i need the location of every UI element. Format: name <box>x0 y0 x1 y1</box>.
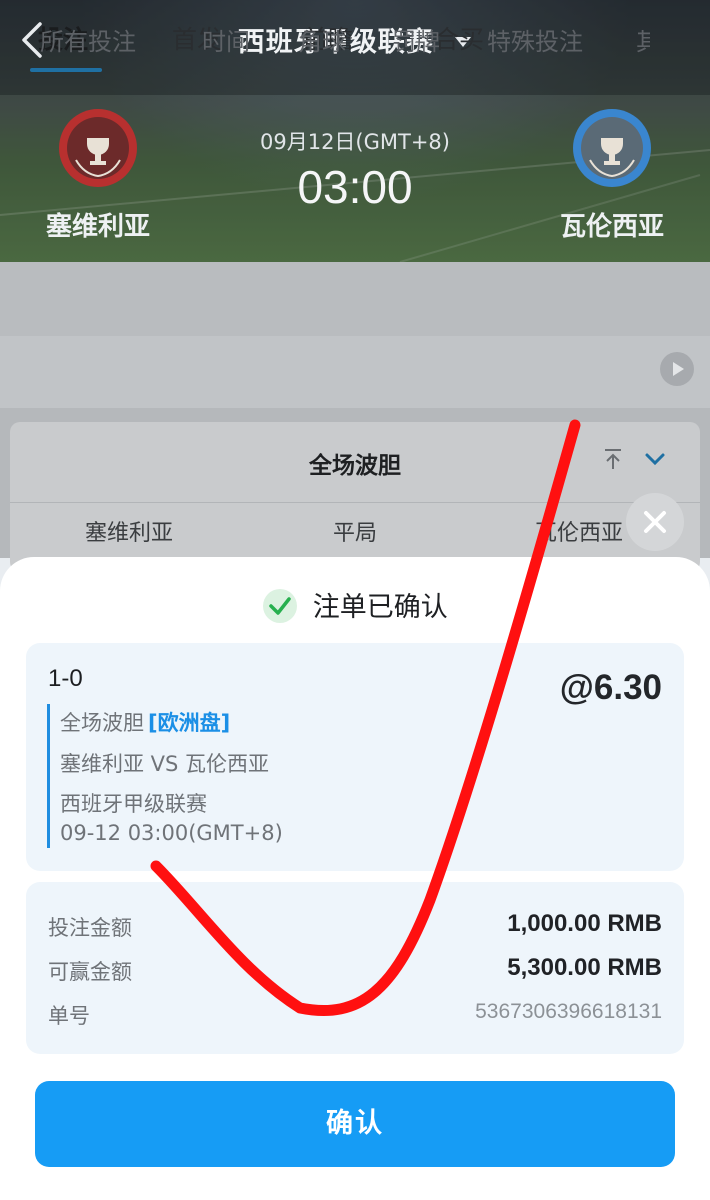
main-tabs <box>0 262 710 336</box>
subtab-corners[interactable]: 角球 <box>298 22 346 57</box>
stake-value: 1,000.00 RMB <box>507 910 662 937</box>
chevron-down-icon[interactable] <box>642 446 668 472</box>
confirmation-title: 注单已确认 <box>312 592 448 623</box>
bet-selection: 1-0 <box>48 665 83 692</box>
odds-type-tag: [欧洲盘] <box>148 711 231 735</box>
confirm-button[interactable]: 确认 <box>35 1081 675 1167</box>
tab-group-buy[interactable]: 合买 <box>434 20 484 56</box>
bet-fixture: 塞维利亚 VS 瓦伦西亚 <box>60 752 270 776</box>
bet-id-value: 5367306396618131 <box>475 1000 662 1023</box>
bet-market: 全场波胆 [欧洲盘] <box>60 707 230 737</box>
active-tab-indicator <box>30 68 102 72</box>
column-home: 塞维利亚 <box>85 521 174 546</box>
check-circle-icon <box>263 588 298 623</box>
scroll-right-icon[interactable] <box>660 352 694 386</box>
subtab-special[interactable]: 特殊投注 <box>487 22 583 57</box>
stake-label: 投注金额 <box>48 916 132 940</box>
market-card <box>10 422 700 572</box>
close-icon[interactable] <box>626 493 684 551</box>
match-date: 09月12日(GMT+8) <box>259 130 450 154</box>
potential-win-label: 可赢金额 <box>48 960 132 984</box>
bet-odds: @6.30 <box>559 668 662 707</box>
subtab-more[interactable]: 其 <box>636 22 650 57</box>
potential-win-value: 5,300.00 RMB <box>507 954 662 981</box>
subtab-all-bets[interactable]: 所有投注 <box>40 22 136 57</box>
market-filter-bar <box>0 336 710 408</box>
match-time: 03:00 <box>297 161 413 213</box>
confirmation-heading: 注单已确认 <box>0 585 710 624</box>
bet-id-label: 单号 <box>48 1004 90 1028</box>
bet-kickoff: 09-12 03:00(GMT+8) <box>60 821 283 845</box>
column-away: 瓦伦西亚 <box>535 521 624 546</box>
column-draw: 平局 <box>333 521 378 546</box>
subtab-cards[interactable]: 罚牌 <box>392 22 440 57</box>
bet-league: 西班牙甲级联赛 <box>60 792 207 816</box>
bet-market-name: 全场波胆 <box>60 711 144 735</box>
bet-accent-bar <box>47 704 50 848</box>
pin-top-icon[interactable] <box>600 446 626 472</box>
subtab-time[interactable]: 时间 <box>202 22 250 57</box>
